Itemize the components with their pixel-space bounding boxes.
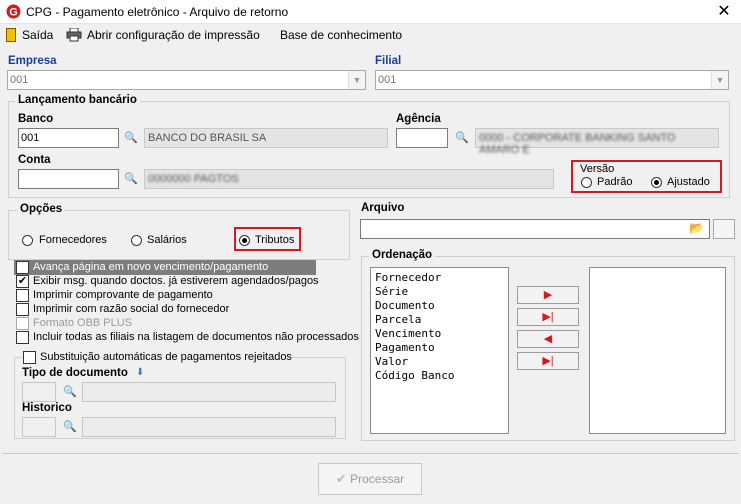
empresa-label: Empresa: [8, 55, 57, 67]
folder-open-icon[interactable]: 📂: [689, 221, 704, 235]
historico-name: [82, 417, 336, 437]
binoculars-icon[interactable]: 🔍: [452, 128, 472, 148]
conta-label: Conta: [18, 154, 51, 166]
ordenacao-title: Ordenação: [369, 249, 436, 261]
tributos-label[interactable]: Tributos: [255, 234, 294, 246]
historico-code: [22, 417, 56, 437]
agencia-name-field: 0000 - CORPORATE BANKING SANTO AMARO E: [475, 128, 719, 156]
list-item[interactable]: Vencimento: [375, 327, 441, 340]
menu-exit[interactable]: Saída: [22, 27, 53, 43]
imprimir-comprovante-checkbox[interactable]: [16, 289, 29, 302]
processar-label: Processar: [350, 472, 405, 486]
fornecedores-radio[interactable]: [22, 235, 33, 246]
versao-ajustado-label[interactable]: Ajustado: [667, 176, 710, 188]
binoculars-icon: 🔍: [63, 386, 77, 398]
tipo-documento-label: Tipo de documento: [22, 367, 128, 379]
list-item[interactable]: Documento: [375, 299, 435, 312]
processar-button: ✔ Processar: [318, 463, 422, 495]
versao-padrao-radio[interactable]: [581, 177, 592, 188]
move-right-button[interactable]: ▶: [517, 286, 579, 304]
incluir-filiais-label[interactable]: Incluir todas as filiais na listagem de …: [33, 331, 359, 343]
list-item[interactable]: Fornecedor: [375, 271, 441, 284]
list-item[interactable]: Código Banco: [375, 369, 454, 382]
banco-label: Banco: [18, 113, 54, 125]
chevron-down-icon[interactable]: ▼: [348, 71, 365, 89]
move-left-button[interactable]: ◀: [517, 330, 579, 348]
avanca-pagina-label[interactable]: Avança página em novo vencimento/pagamen…: [33, 261, 268, 273]
avanca-pagina-checkbox[interactable]: [16, 261, 29, 274]
list-item[interactable]: Série: [375, 285, 408, 298]
agencia-code-input[interactable]: [396, 128, 448, 148]
banco-code-input[interactable]: 001: [18, 128, 119, 148]
app-logo-icon: G: [6, 4, 21, 19]
conta-name-value: 0000000 PAGTOS: [148, 173, 239, 185]
menu-print-config[interactable]: Abrir configuração de impressão: [87, 27, 260, 43]
exibir-msg-label[interactable]: Exibir msg. quando doctos. já estiverem …: [33, 275, 319, 287]
banco-code-value: 001: [21, 132, 40, 144]
arquivo-label: Arquivo: [361, 202, 405, 214]
formato-obb-checkbox: [16, 317, 29, 330]
empresa-select[interactable]: 001 ▼: [7, 70, 366, 90]
salarios-label[interactable]: Salários: [147, 234, 187, 246]
exibir-msg-checkbox[interactable]: ✔: [16, 275, 29, 288]
historico-label: Historico: [22, 402, 72, 414]
list-item[interactable]: Valor: [375, 355, 408, 368]
formato-obb-label: Formato OBB PLUS: [33, 317, 133, 329]
menu-knowledge-base[interactable]: Base de conhecimento: [280, 27, 402, 43]
fornecedores-label[interactable]: Fornecedores: [39, 234, 107, 246]
substituicao-label[interactable]: Substituição automáticas de pagamentos r…: [40, 351, 292, 363]
arrow-down-icon: ⬇: [136, 367, 145, 378]
incluir-filiais-checkbox[interactable]: [16, 331, 29, 344]
filial-select[interactable]: 001 ▼: [375, 70, 729, 90]
empresa-value: 001: [10, 74, 29, 86]
imprimir-razao-checkbox[interactable]: [16, 303, 29, 316]
binoculars-icon[interactable]: 🔍: [121, 169, 141, 189]
versao-ajustado-radio[interactable]: [651, 177, 662, 188]
ordenacao-available-list[interactable]: Fornecedor Série Documento Parcela Venci…: [370, 267, 509, 434]
tipo-documento-name: [82, 382, 336, 402]
title-bar: G CPG - Pagamento eletrônico - Arquivo d…: [0, 0, 741, 24]
binoculars-icon[interactable]: 🔍: [121, 128, 141, 148]
footer-divider: [3, 453, 738, 454]
check-icon: ✔: [335, 471, 347, 486]
exit-icon[interactable]: [6, 28, 16, 42]
ordenacao-selected-list[interactable]: [589, 267, 726, 434]
substituicao-checkbox[interactable]: [23, 351, 36, 364]
conta-name-field: 0000000 PAGTOS: [144, 169, 554, 189]
svg-text:G: G: [9, 7, 18, 19]
arquivo-extra-button[interactable]: [713, 219, 735, 239]
printer-icon[interactable]: [66, 28, 82, 42]
move-all-right-button[interactable]: ▶|: [517, 308, 579, 326]
conta-code-input[interactable]: [18, 169, 119, 189]
imprimir-razao-label[interactable]: Imprimir com razão social do fornecedor: [33, 303, 229, 315]
tributos-radio[interactable]: [239, 235, 250, 246]
salarios-radio[interactable]: [131, 235, 142, 246]
list-item[interactable]: Pagamento: [375, 341, 435, 354]
list-item[interactable]: Parcela: [375, 313, 421, 326]
banco-name-value: BANCO DO BRASIL SA: [148, 132, 267, 144]
filial-label: Filial: [375, 55, 402, 67]
agencia-name-value: 0000 - CORPORATE BANKING SANTO AMARO E: [479, 132, 676, 156]
banco-name-field: BANCO DO BRASIL SA: [144, 128, 388, 148]
filial-value: 001: [378, 74, 397, 86]
binoculars-icon: 🔍: [63, 421, 77, 433]
arquivo-input[interactable]: [360, 219, 710, 239]
imprimir-comprovante-label[interactable]: Imprimir comprovante de pagamento: [33, 289, 213, 301]
lancamento-title: Lançamento bancário: [15, 94, 140, 106]
agencia-label: Agência: [396, 113, 441, 125]
move-all-left-button[interactable]: ▶|: [517, 352, 579, 370]
tipo-documento-code: [22, 382, 56, 402]
chevron-down-icon[interactable]: ▼: [711, 71, 728, 89]
close-icon[interactable]: ✕: [714, 2, 734, 22]
window-title: CPG - Pagamento eletrônico - Arquivo de …: [26, 5, 289, 19]
versao-padrao-label[interactable]: Padrão: [597, 176, 632, 188]
versao-label: Versão: [580, 163, 615, 175]
opcoes-title: Opções: [17, 203, 66, 215]
